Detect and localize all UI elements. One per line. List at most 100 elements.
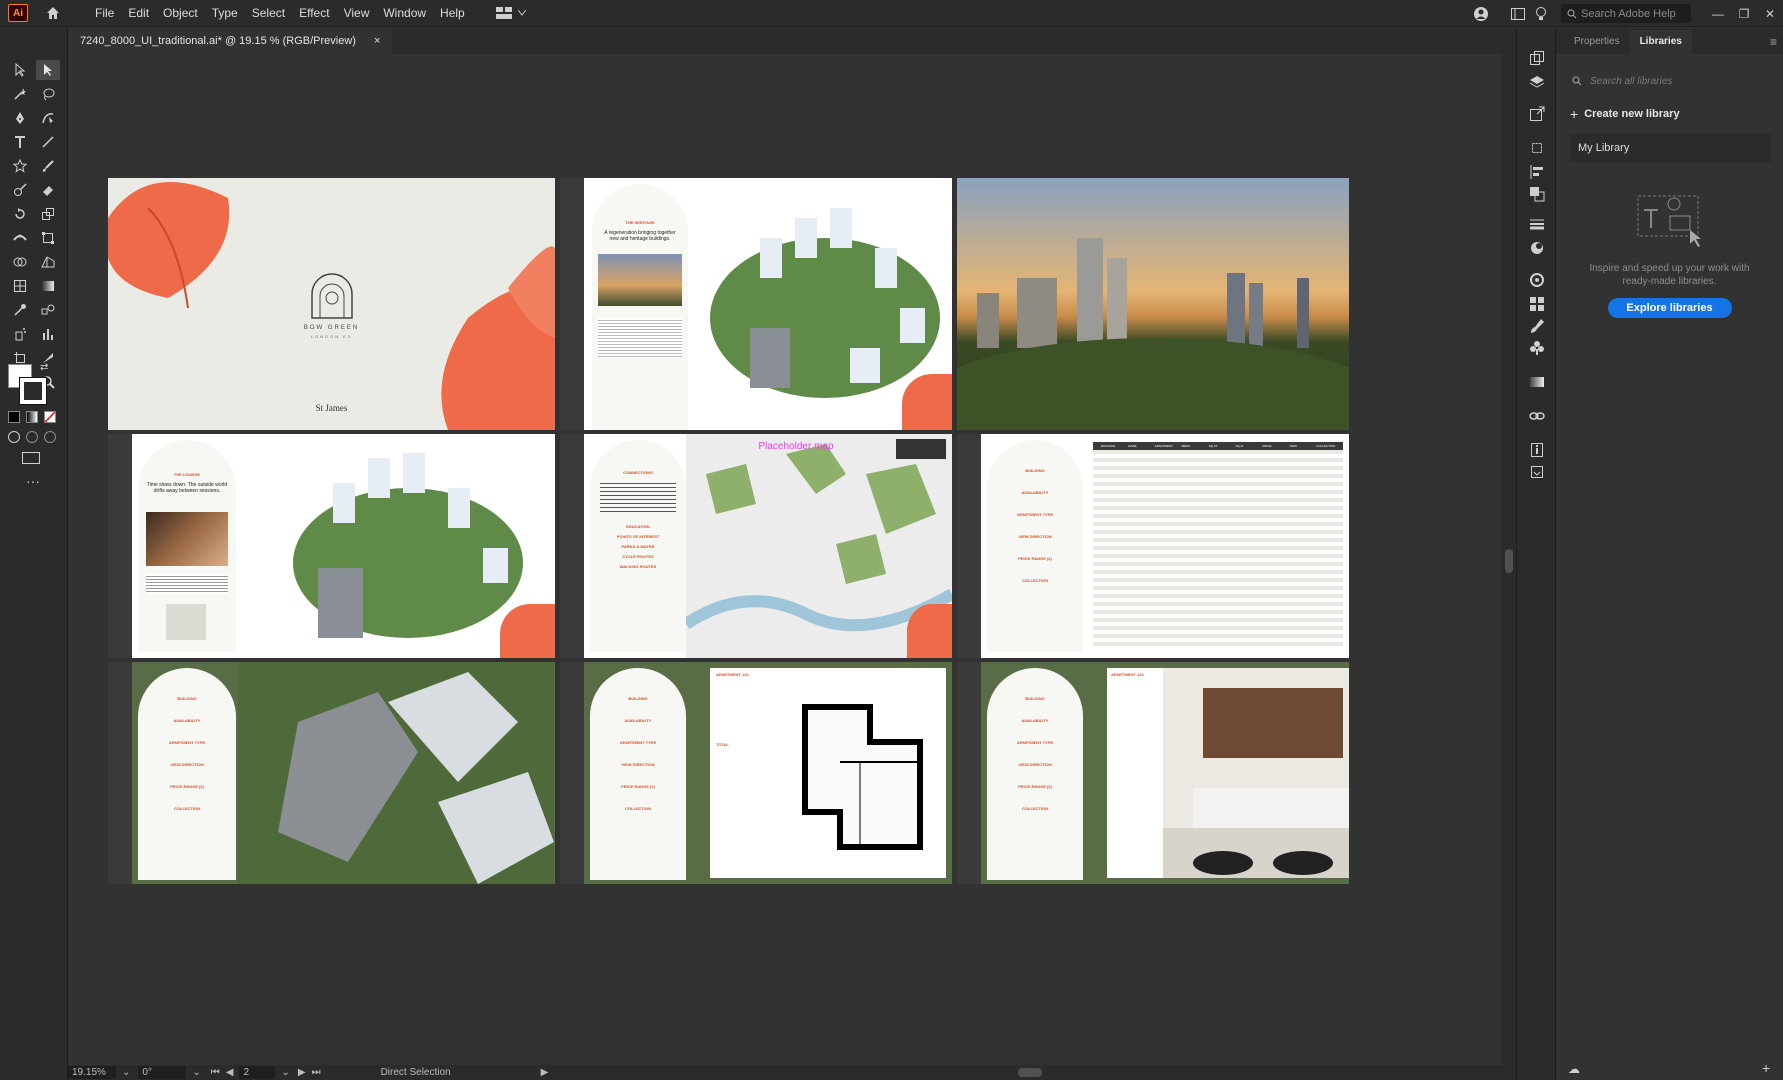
symbols-panel-icon[interactable] (1527, 338, 1547, 358)
mesh-tool-icon[interactable] (8, 276, 32, 296)
library-search-field[interactable]: Search all libraries (1568, 70, 1771, 92)
gradient-mode-icon[interactable] (26, 411, 38, 423)
canvas[interactable]: BOW GREEN LONDON E3 St James THE HERITAG… (68, 54, 1516, 1065)
panel-menu-icon[interactable]: ≡ (1770, 30, 1777, 54)
document-tab[interactable]: 7240_8000_UI_traditional.ai* @ 19.15 % (… (68, 28, 393, 54)
menu-parks-water[interactable]: PARKS & WATER (590, 544, 686, 554)
artboard-lounge[interactable]: THE LOUNGE Time slows down. The outside … (108, 434, 555, 658)
selection-tool-icon[interactable] (8, 60, 32, 80)
width-tool-icon[interactable] (8, 228, 32, 248)
draw-inside-icon[interactable] (44, 431, 56, 443)
filter-apartment-type[interactable]: APARTMENT TYPE (138, 740, 236, 762)
previous-artboard-icon[interactable]: ◀ (226, 1067, 234, 1078)
my-library-item[interactable]: My Library (1570, 134, 1771, 162)
lasso-tool-icon[interactable] (36, 84, 60, 104)
panel-toggle-icon[interactable] (1511, 7, 1525, 20)
artboard-connections[interactable]: CONNECTIONS EDUCATION POINTS OF INTEREST… (560, 434, 952, 658)
help-search-field[interactable]: Search Adobe Help (1561, 4, 1691, 23)
filter-view-direction[interactable]: VIEW DIRECTION (987, 534, 1083, 556)
explore-libraries-button[interactable]: Explore libraries (1607, 298, 1732, 318)
filter-apartment-type[interactable]: APARTMENT TYPE (987, 512, 1083, 534)
menu-cycle-routes[interactable]: CYCLE ROUTES (590, 554, 686, 564)
menu-effect[interactable]: Effect (292, 0, 336, 27)
artboard-skyline[interactable] (957, 178, 1349, 430)
zoom-dropdown-icon[interactable]: ⌄ (122, 1067, 130, 1078)
rotation-field[interactable]: 0° (138, 1066, 187, 1079)
lightbulb-icon[interactable] (1535, 6, 1547, 22)
shaper-tool-icon[interactable] (8, 180, 32, 200)
filter-apartment-type[interactable]: APARTMENT TYPE (590, 740, 686, 762)
menu-edit[interactable]: Edit (121, 0, 156, 27)
appearance-panel-icon[interactable] (1527, 238, 1547, 258)
column-graph-tool-icon[interactable] (36, 324, 60, 344)
menu-type[interactable]: Type (205, 0, 245, 27)
artboard-cover[interactable]: BOW GREEN LONDON E3 St James (108, 178, 555, 430)
gradient-panel-icon[interactable] (1527, 372, 1547, 392)
filter-view-direction[interactable]: VIEW DIRECTION (987, 762, 1083, 784)
artboard-interior[interactable]: BUILDING AVAILABILITY APARTMENT TYPE VIE… (957, 662, 1349, 884)
layers-panel-icon[interactable] (1527, 72, 1547, 92)
artboard-heritage[interactable]: THE HERITAGE A regeneration bringing tog… (560, 178, 952, 430)
menu-object[interactable]: Object (156, 0, 205, 27)
asset-export-panel-icon[interactable] (1527, 462, 1547, 482)
eraser-tool-icon[interactable] (36, 180, 60, 200)
blend-tool-icon[interactable] (36, 300, 60, 320)
filter-price-range[interactable]: PRICE RANGE (£) (987, 784, 1083, 806)
filter-price-range[interactable]: PRICE RANGE (£) (987, 556, 1083, 578)
workspace-switcher[interactable] (495, 7, 526, 19)
minimize-button[interactable]: — (1705, 7, 1731, 21)
tab-properties[interactable]: Properties (1564, 30, 1630, 54)
menu-select[interactable]: Select (245, 0, 292, 27)
stroke-swatch[interactable] (19, 377, 47, 405)
rotation-dropdown-icon[interactable]: ⌄ (192, 1067, 200, 1078)
more-tools-icon[interactable]: ··· (26, 473, 40, 489)
brushes-panel-icon[interactable] (1527, 316, 1547, 336)
draw-behind-icon[interactable] (26, 431, 38, 443)
type-tool-icon[interactable] (8, 132, 32, 152)
menu-view[interactable]: View (337, 0, 377, 27)
scrollbar-thumb[interactable] (1505, 549, 1513, 573)
filter-collection[interactable]: COLLECTION (987, 806, 1083, 828)
filter-building[interactable]: BUILDING (987, 696, 1083, 718)
none-mode-icon[interactable] (44, 411, 56, 423)
filter-collection[interactable]: COLLECTION (987, 578, 1083, 600)
tab-libraries[interactable]: Libraries (1629, 30, 1692, 54)
color-panel-icon[interactable] (1527, 270, 1547, 290)
filter-building[interactable]: BUILDING (987, 468, 1083, 490)
restore-button[interactable]: ❐ (1731, 7, 1757, 21)
curvature-tool-icon[interactable] (36, 108, 60, 128)
filter-apartment-type[interactable]: APARTMENT TYPE (987, 740, 1083, 762)
line-segment-tool-icon[interactable] (36, 132, 60, 152)
filter-building[interactable]: BUILDING (138, 696, 236, 718)
first-artboard-icon[interactable]: ⏮ (211, 1067, 220, 1078)
pathfinder-panel-icon[interactable] (1527, 184, 1547, 204)
magic-wand-tool-icon[interactable] (8, 84, 32, 104)
artboard-number-field[interactable]: 2 (239, 1066, 276, 1079)
menu-education[interactable]: EDUCATION (590, 524, 686, 534)
filter-price-range[interactable]: PRICE RANGE (£) (138, 784, 236, 806)
menu-help[interactable]: Help (433, 0, 472, 27)
filter-availability[interactable]: AVAILABILITY (987, 718, 1083, 740)
swap-fill-stroke-icon[interactable]: ⇄ (40, 362, 48, 373)
free-transform-tool-icon[interactable] (36, 228, 60, 248)
menu-points-of-interest[interactable]: POINTS OF INTEREST (590, 534, 686, 544)
pen-tool-icon[interactable] (8, 108, 32, 128)
star-tool-icon[interactable] (8, 156, 32, 176)
align-panel-icon[interactable] (1527, 162, 1547, 182)
draw-normal-icon[interactable] (8, 431, 20, 443)
filter-availability[interactable]: AVAILABILITY (987, 490, 1083, 512)
canvas-vertical-scrollbar[interactable] (1502, 54, 1516, 1065)
menu-file[interactable]: File (88, 0, 121, 27)
links-panel-icon[interactable] (1527, 406, 1547, 426)
stroke-panel-icon[interactable] (1527, 214, 1547, 234)
swatches-panel-icon[interactable] (1527, 294, 1547, 314)
home-icon[interactable] (44, 4, 62, 22)
color-mode-icon[interactable] (8, 411, 20, 423)
filter-availability[interactable]: AVAILABILITY (138, 718, 236, 740)
add-asset-icon[interactable]: + (1762, 1060, 1770, 1076)
export-panel-icon[interactable] (1527, 104, 1547, 124)
direct-selection-tool-icon[interactable] (36, 60, 60, 80)
artboard-dropdown-icon[interactable]: ⌄ (281, 1067, 289, 1078)
horizontal-scroll-thumb[interactable] (1018, 1068, 1042, 1077)
gradient-tool-icon[interactable] (36, 276, 60, 296)
